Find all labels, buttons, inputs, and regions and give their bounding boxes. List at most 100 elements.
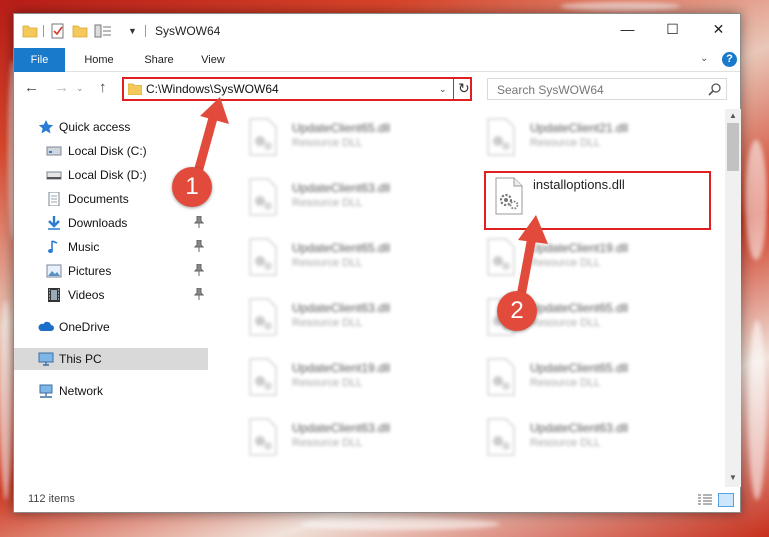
file-name: UpdateClient21.dll: [530, 121, 629, 135]
sidebar-item-this-pc[interactable]: This PC: [14, 348, 208, 370]
scrollbar-thumb[interactable]: [727, 123, 739, 171]
file-item[interactable]: UpdateClient65.dll Resource DLL: [472, 352, 702, 400]
up-arrow-icon[interactable]: ↑: [99, 79, 107, 96]
file-item[interactable]: UpdateClient63.dll Resource DLL: [234, 172, 464, 220]
sidebar-item-network[interactable]: Network: [14, 380, 208, 402]
sidebar-item-label: Pictures: [68, 264, 112, 278]
documents-icon: [48, 192, 60, 206]
address-bar[interactable]: C:\Windows\SysWOW64 ⌄ ↻: [122, 77, 472, 101]
file-type: Resource DLL: [292, 377, 363, 389]
address-path[interactable]: C:\Windows\SysWOW64: [146, 82, 279, 96]
close-button[interactable]: ✕: [696, 14, 741, 44]
sidebar-item-label: OneDrive: [59, 320, 110, 334]
file-type: Resource DLL: [530, 257, 601, 269]
dll-file-icon: [495, 177, 523, 215]
videos-icon: [48, 288, 60, 302]
properties-icon[interactable]: [50, 23, 66, 39]
annotation-step-1-badge: 1: [172, 167, 212, 207]
pin-icon[interactable]: [194, 264, 204, 276]
drive-icon: [46, 171, 62, 180]
file-item-installoptions-dll[interactable]: installoptions.dll: [484, 171, 711, 230]
file-item[interactable]: UpdateClient63.dll Resource DLL: [472, 412, 702, 460]
folder-icon: [128, 83, 142, 95]
window-title: SysWOW64: [155, 24, 221, 38]
dll-file-icon: [249, 358, 277, 396]
sidebar-item-downloads[interactable]: Downloads: [14, 212, 208, 234]
scroll-up-arrow-icon[interactable]: ▲: [729, 111, 737, 120]
search-placeholder: Search SysWOW64: [497, 83, 604, 97]
dll-file-icon: [487, 118, 515, 156]
scroll-down-arrow-icon[interactable]: ▼: [729, 473, 737, 482]
pin-icon[interactable]: [194, 216, 204, 228]
sidebar-item-label: This PC: [59, 352, 102, 366]
file-name: UpdateClient65.dll: [530, 301, 629, 315]
file-type: Resource DLL: [530, 377, 601, 389]
address-dropdown-icon[interactable]: ⌄: [439, 84, 447, 95]
sidebar-item-quick-access[interactable]: Quick access: [14, 116, 208, 138]
dll-file-icon: [487, 418, 515, 456]
sidebar-item-label: Local Disk (C:): [68, 144, 147, 158]
sidebar-item-label: Network: [59, 384, 104, 398]
tab-share[interactable]: Share: [136, 48, 182, 72]
annotation-step-2-badge: 2: [497, 291, 537, 331]
recent-locations-dropdown[interactable]: ⌄: [76, 83, 84, 94]
toolbar-divider: [43, 25, 44, 37]
dll-file-icon: [249, 178, 277, 216]
cloud-icon: [38, 321, 54, 331]
file-item[interactable]: UpdateClient65.dll Resource DLL: [234, 232, 464, 280]
sidebar-item-local-disk-c[interactable]: Local Disk (C:): [14, 140, 208, 162]
pin-icon[interactable]: [194, 240, 204, 252]
file-explorer-window: ▼ SysWOW64 — ☐ ✕ File Home Share View ⌄ …: [13, 13, 741, 513]
sidebar-item-label: Quick access: [59, 120, 131, 134]
file-item[interactable]: UpdateClient63.dll Resource DLL: [234, 292, 464, 340]
sidebar-item-videos[interactable]: Videos: [14, 284, 208, 306]
refresh-icon[interactable]: ↻: [458, 80, 470, 97]
file-type: Resource DLL: [530, 317, 601, 329]
file-name: UpdateClient65.dll: [530, 361, 629, 375]
pane-layout-icon[interactable]: [94, 23, 112, 39]
search-icon[interactable]: [708, 82, 722, 96]
file-type: Resource DLL: [530, 437, 601, 449]
vertical-scrollbar[interactable]: ▲ ▼: [725, 109, 741, 487]
navigation-pane: Quick access Local Disk (C:) Local Disk …: [14, 114, 208, 484]
pin-icon[interactable]: [194, 288, 204, 300]
computer-icon: [38, 352, 54, 366]
expand-ribbon-chevron-icon[interactable]: ⌄: [700, 53, 708, 64]
file-item[interactable]: UpdateClient21.dll Resource DLL: [472, 112, 702, 160]
dll-file-icon: [249, 238, 277, 276]
pictures-icon: [46, 264, 62, 278]
tab-file[interactable]: File: [14, 48, 65, 72]
file-name: UpdateClient63.dll: [292, 301, 391, 315]
help-icon[interactable]: ?: [722, 52, 737, 67]
customize-toolbar-dropdown[interactable]: ▼: [128, 26, 137, 36]
sidebar-item-label: Music: [68, 240, 100, 254]
back-arrow-icon[interactable]: ←: [24, 79, 39, 96]
title-bar: ▼ SysWOW64 — ☐ ✕: [14, 14, 740, 48]
tab-home[interactable]: Home: [76, 48, 122, 72]
dll-file-icon: [487, 358, 515, 396]
tab-view[interactable]: View: [192, 48, 234, 72]
forward-arrow-icon[interactable]: →: [54, 79, 69, 96]
file-list: UpdateClient65.dll Resource DLL UpdateCl…: [224, 109, 724, 484]
navigation-bar: ← → ⌄ ↑ C:\Windows\SysWOW64 ⌄ ↻ Search S…: [14, 73, 740, 105]
sidebar-item-onedrive[interactable]: OneDrive: [14, 316, 208, 338]
file-type: Resource DLL: [292, 197, 363, 209]
dll-file-icon: [249, 118, 277, 156]
file-item[interactable]: UpdateClient19.dll Resource DLL: [472, 232, 702, 280]
details-view-icon[interactable]: [698, 494, 712, 506]
search-box[interactable]: Search SysWOW64: [487, 78, 727, 100]
sidebar-item-pictures[interactable]: Pictures: [14, 260, 208, 282]
star-icon: [38, 120, 54, 134]
file-item[interactable]: UpdateClient19.dll Resource DLL: [234, 352, 464, 400]
file-type: Resource DLL: [292, 137, 363, 149]
file-item[interactable]: UpdateClient63.dll Resource DLL: [234, 412, 464, 460]
maximize-button[interactable]: ☐: [650, 14, 695, 44]
file-type: Resource DLL: [292, 317, 363, 329]
title-divider: [145, 25, 146, 37]
minimize-button[interactable]: —: [605, 14, 650, 44]
sidebar-item-music[interactable]: Music: [14, 236, 208, 258]
new-folder-icon[interactable]: [72, 23, 88, 39]
file-item[interactable]: UpdateClient65.dll Resource DLL: [234, 112, 464, 160]
file-name: UpdateClient63.dll: [530, 421, 629, 435]
large-icons-view-icon[interactable]: [718, 493, 734, 507]
